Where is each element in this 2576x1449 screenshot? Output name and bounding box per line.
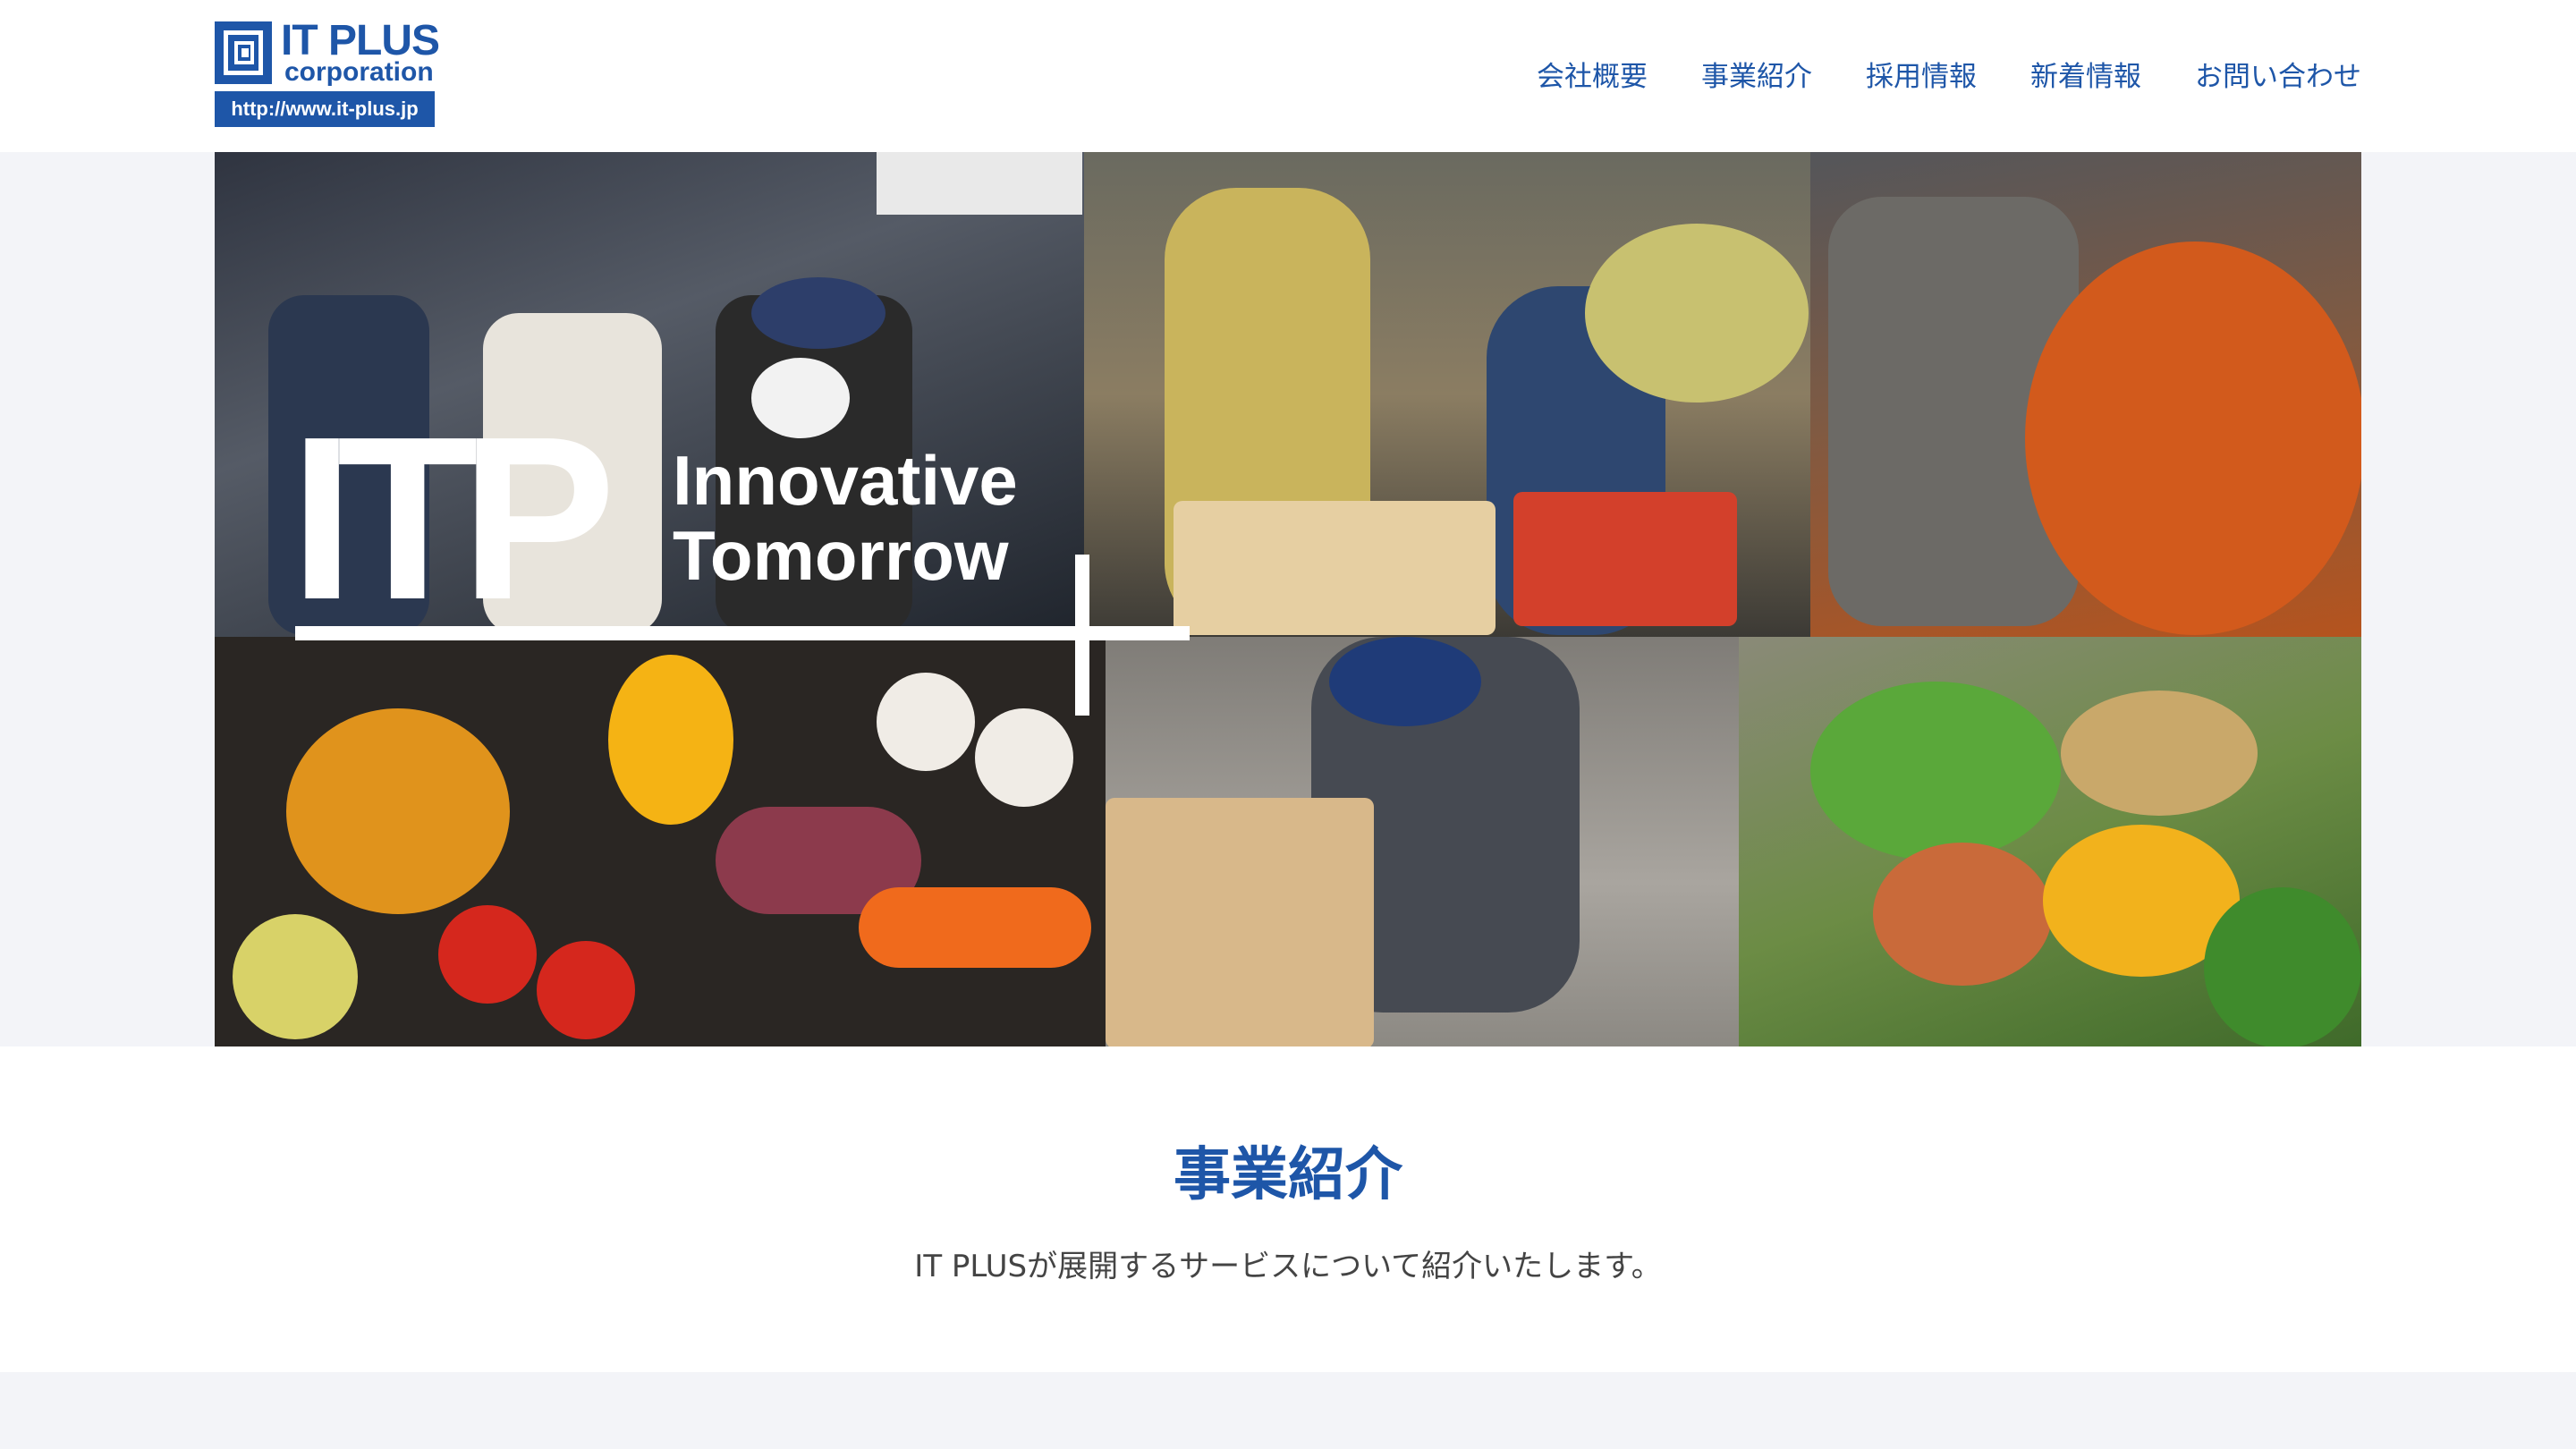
photo-market-workers [215, 152, 1084, 637]
photo-farmers-with-produce [1084, 152, 1810, 637]
photo-onion-inspection [1810, 152, 2361, 637]
section-title: 事業紹介 [1174, 1142, 1402, 1208]
nav-item-recruit[interactable]: 採用情報 [1866, 54, 1977, 94]
logo-url: http://www.it-plus.jp [215, 91, 435, 127]
main-nav: 会社概要 事業紹介 採用情報 新着情報 お問い合わせ [1537, 54, 2361, 94]
logo-sub: corporation [284, 57, 434, 87]
photo-inspector-with-boxes [1106, 637, 1739, 1046]
nav-item-news[interactable]: 新着情報 [2030, 54, 2141, 94]
bottom-band [0, 1372, 2576, 1449]
nav-item-business[interactable]: 事業紹介 [1701, 54, 1812, 94]
business-section: 事業紹介 IT PLUSが展開するサービスについて紹介いたします。 [0, 1046, 2576, 1372]
photo-market-stall [1739, 637, 2361, 1046]
company-logo[interactable]: IT PLUS corporation http://www.it-plus.j… [215, 17, 440, 129]
hero-collage: ITP Innovative Tomorrow [215, 152, 2361, 1046]
nav-item-contact[interactable]: お問い合わせ [2195, 54, 2361, 94]
site-header: IT PLUS corporation http://www.it-plus.j… [0, 0, 2576, 152]
logo-mark-icon [215, 21, 272, 84]
photo-vegetables [215, 637, 1106, 1046]
section-description: IT PLUSが展開するサービスについて紹介いたします。 [914, 1249, 1662, 1284]
nav-item-company[interactable]: 会社概要 [1537, 54, 1648, 94]
